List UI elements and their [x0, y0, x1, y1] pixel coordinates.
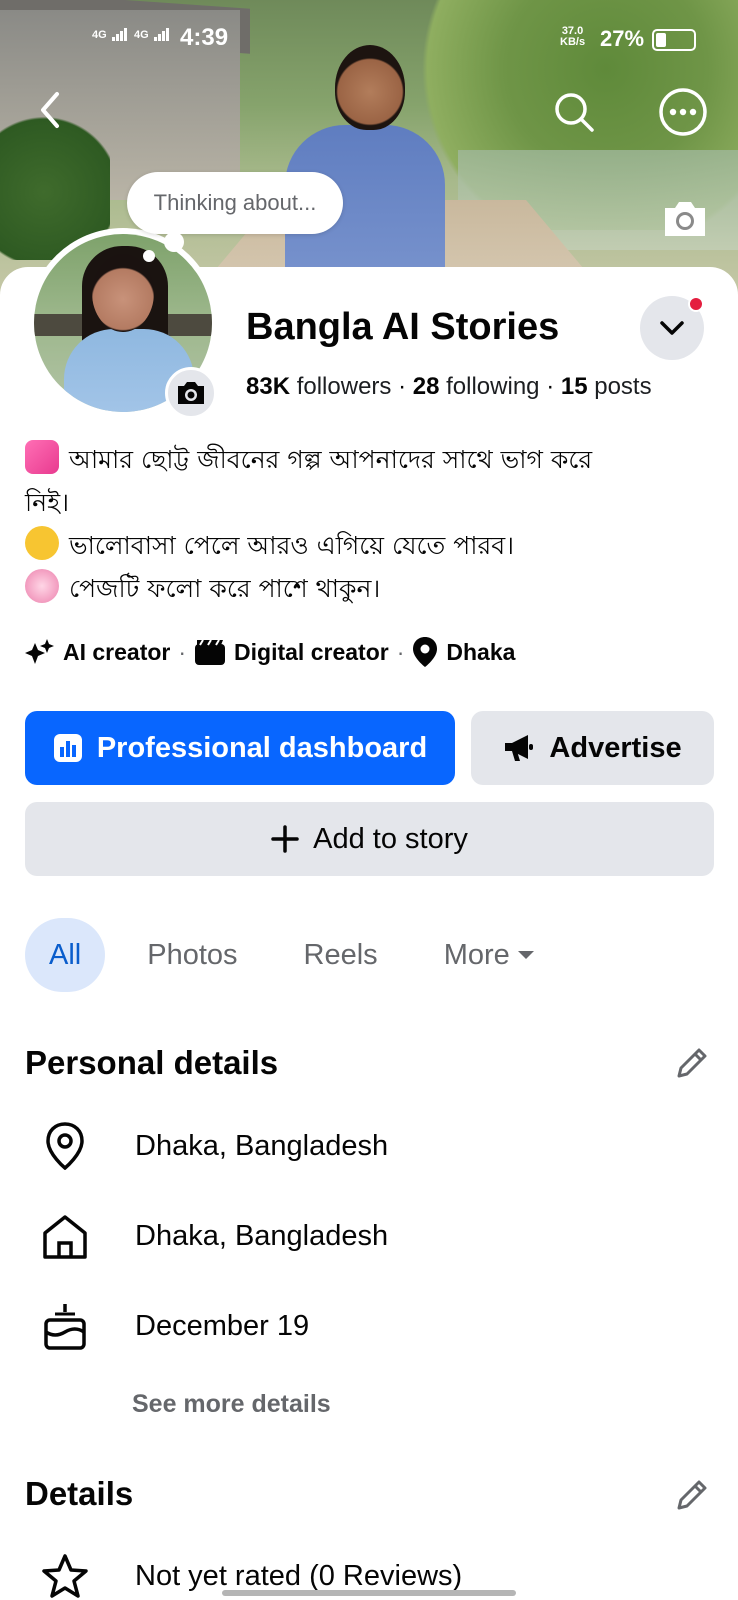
caret-down-icon [517, 951, 534, 959]
notification-dot [688, 296, 704, 312]
content-tabs: All Photos Reels More [25, 918, 578, 992]
following-label[interactable]: following [446, 373, 539, 400]
edit-cover-button[interactable] [660, 196, 710, 240]
posts-count: 15 [560, 373, 588, 400]
page-title: Bangla AI Stories [246, 306, 560, 348]
personal-details-title: Personal details [25, 1044, 279, 1081]
bio: আমার ছোট্ট জীবনের গল্প আপনাদের সাথে ভাগ … [25, 438, 715, 610]
status-bar: 4G 4G 4:39 37.0 KB/s 27% [0, 22, 738, 62]
bio-line-2: ভালোবাসা পেলে আরও এগিয়ে যেতে পারব। [25, 524, 715, 567]
signal-icon [153, 28, 170, 41]
detail-hometown: Dhaka, Bangladesh [25, 1206, 715, 1266]
tab-photos[interactable]: Photos [123, 918, 261, 992]
professional-dashboard-button[interactable]: Professional dashboard [25, 711, 455, 785]
followers-count: 83K [246, 373, 291, 400]
open-hands-icon [25, 526, 59, 560]
stats-separator: · [546, 373, 555, 400]
see-more-details-link[interactable]: See more details [132, 1390, 331, 1419]
following-count: 28 [412, 373, 440, 400]
thought-bubble-text: Thinking about... [153, 190, 317, 215]
star-icon [25, 1553, 105, 1599]
plus-icon [271, 825, 299, 853]
tab-more[interactable]: More [420, 918, 560, 992]
detail-current-city: Dhaka, Bangladesh [25, 1116, 715, 1176]
cover-person [285, 45, 445, 300]
network-indicator: 4G [92, 28, 128, 41]
back-button[interactable] [28, 88, 72, 132]
battery-icon [652, 29, 696, 51]
camera-icon [178, 382, 204, 404]
profile-categories: AI creator · Digital creator · Dhaka [25, 634, 515, 670]
sparkles-icon [25, 639, 54, 664]
location-pin-icon [413, 637, 438, 667]
followers-label[interactable]: followers [297, 373, 392, 400]
sparkling-heart-icon [25, 440, 59, 474]
dashboard-chart-icon [53, 734, 82, 762]
avatar-face [92, 254, 154, 332]
tag-separator: · [396, 638, 405, 665]
search-icon [555, 93, 594, 132]
clock: 4:39 [180, 24, 229, 51]
bio-line-1b: নিই। [25, 488, 70, 517]
tag-ai-creator: AI creator [25, 637, 170, 667]
bubble-tail-small [143, 250, 155, 262]
stats-separator: · [398, 373, 407, 400]
pencil-icon [677, 1048, 707, 1078]
cherry-blossom-icon [25, 569, 59, 603]
add-to-story-button[interactable]: Add to story [25, 802, 714, 876]
battery-percent: 27% [600, 26, 645, 51]
home-indicator[interactable] [222, 1590, 516, 1596]
tag-separator: · [178, 638, 187, 665]
tab-reels[interactable]: Reels [280, 918, 402, 992]
more-options-button[interactable] [658, 87, 708, 137]
birthday-cake-icon [25, 1302, 105, 1350]
network-speed: 37.0 KB/s [560, 25, 586, 48]
thought-bubble[interactable]: Thinking about... [127, 172, 343, 234]
more-options-icon [659, 88, 707, 136]
profile-stats: 83K followers · 28 following · 15 posts [246, 373, 652, 401]
detail-birthday: December 19 [25, 1296, 715, 1356]
location-pin-icon [25, 1122, 105, 1170]
pencil-icon [677, 1480, 707, 1510]
bubble-tail [164, 232, 184, 252]
tab-all[interactable]: All [25, 918, 106, 992]
tag-digital-creator: Digital creator [194, 638, 389, 666]
clapperboard-icon [195, 639, 226, 665]
bio-line-1: আমার ছোট্ট জীবনের গল্প আপনাদের সাথে ভাগ … [25, 438, 715, 481]
bio-line-3: পেজটি ফলো করে পাশে থাকুন। [25, 567, 715, 610]
tag-location: Dhaka [412, 636, 515, 668]
home-icon [25, 1213, 105, 1259]
search-button[interactable] [550, 88, 598, 136]
camera-icon [665, 202, 705, 236]
edit-personal-details-button[interactable] [670, 1041, 714, 1085]
megaphone-icon [505, 735, 534, 761]
posts-label: posts [594, 373, 652, 400]
edit-profile-picture-button[interactable] [165, 367, 217, 419]
chevron-down-icon [660, 321, 684, 335]
network-indicator-2: 4G [134, 28, 170, 41]
details-title: Details [25, 1475, 134, 1512]
signal-icon [111, 28, 128, 41]
chevron-left-icon [41, 92, 59, 128]
advertise-button[interactable]: Advertise [471, 711, 714, 785]
edit-details-button[interactable] [670, 1473, 714, 1517]
